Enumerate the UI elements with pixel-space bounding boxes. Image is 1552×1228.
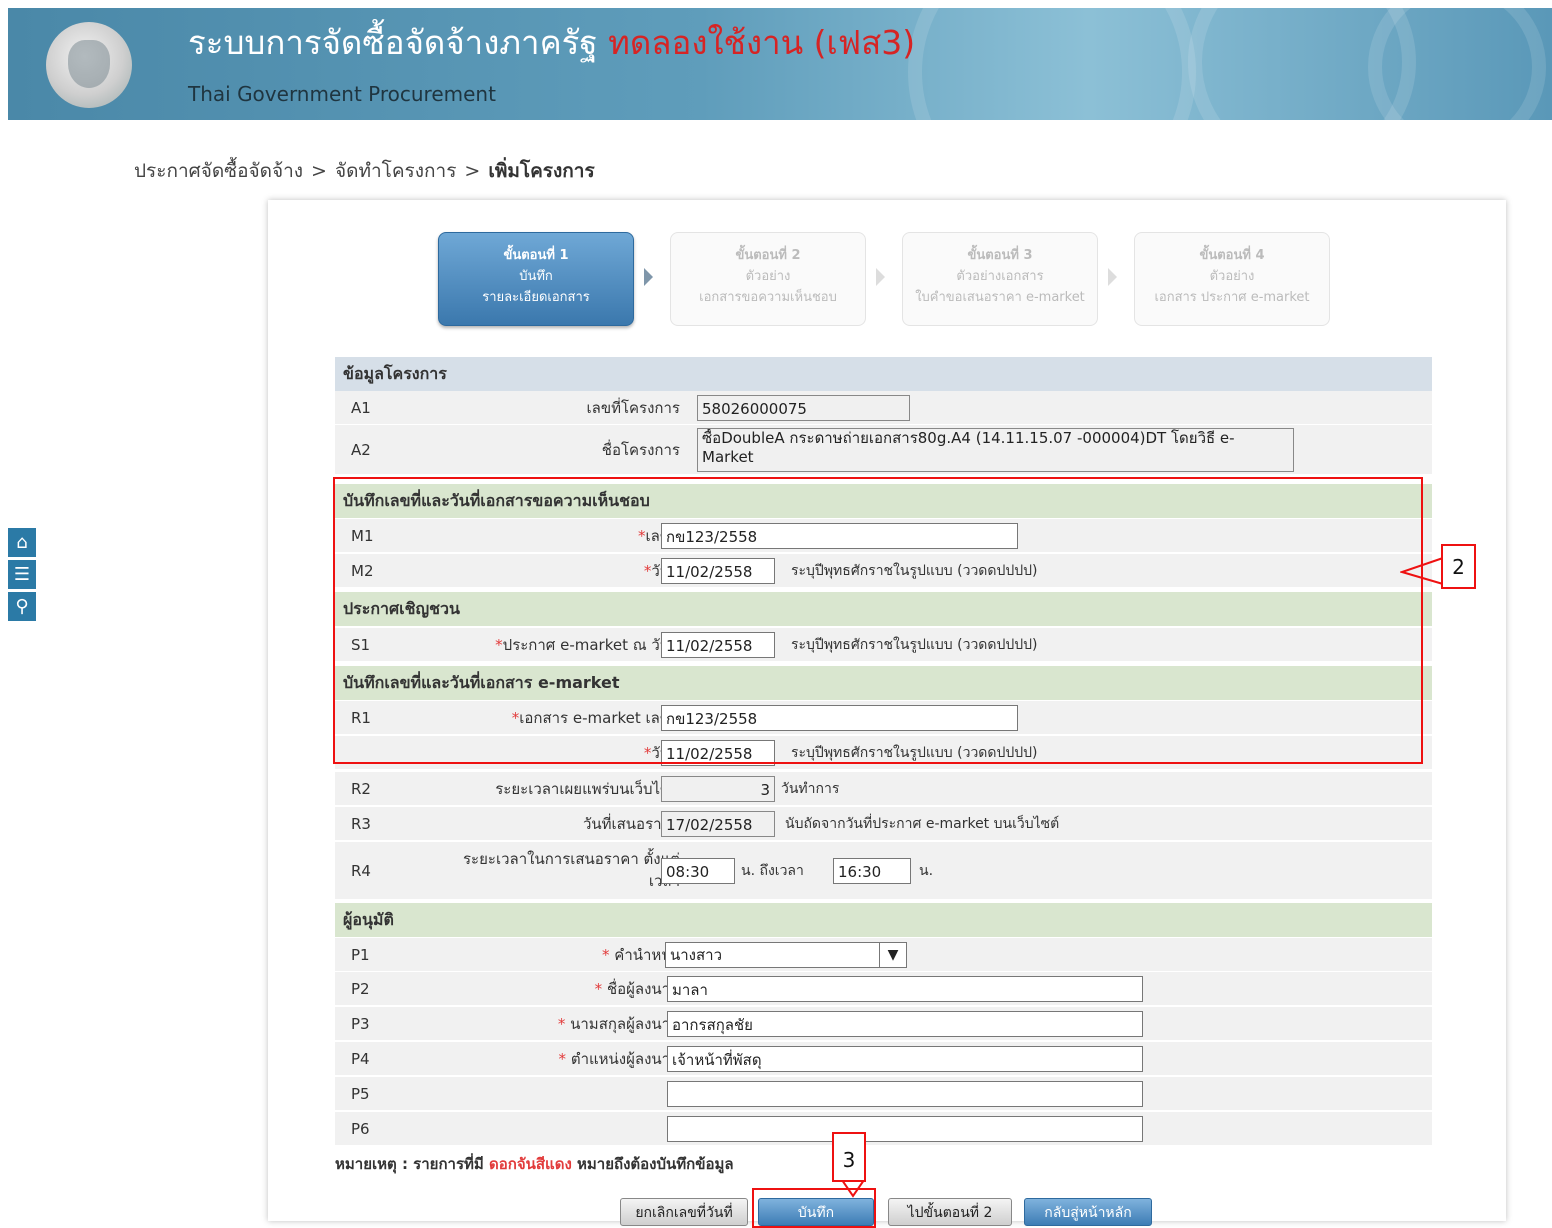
row-r3: R3 วันที่เสนอราคา 17/02/2558 นับถัดจากวั… [335,807,1432,841]
go-step-2-button[interactable]: ไปขั้นตอนที่ 2 [888,1198,1012,1226]
title-prefix-select[interactable]: นางสาว ▼ [665,942,907,968]
signer-position-input[interactable]: เจ้าหน้าที่พัสดุ [667,1046,1143,1072]
callout-3: 3 [832,1132,866,1182]
app-header: ระบบการจัดซื้อจัดจ้างภาครัฐ ทดลองใช้งาน … [8,8,1552,120]
step-arrow-icon [644,268,653,286]
side-toolbar: ⌂ ☰ ⚲ [8,528,36,624]
chevron-down-icon: ▼ [879,943,906,967]
step-arrow-icon [876,268,885,286]
home-icon[interactable]: ⌂ [8,528,36,557]
annotation-box-2 [333,477,1423,764]
search-icon[interactable]: ⚲ [8,592,36,621]
row-p3: P3 * นามสกุลผู้ลงนาม อากรสกุลชัย [335,1007,1432,1041]
step-1[interactable]: ขั้นตอนที่ 1 บันทึก รายละเอียดเอกสาร [438,232,634,326]
step-arrow-icon [1108,268,1117,286]
breadcrumb-current: เพิ่มโครงการ [488,160,595,182]
signer-firstname-input[interactable]: มาลา [667,976,1143,1002]
step-4[interactable]: ขั้นตอนที่ 4 ตัวอย่าง เอกสาร ประกาศ e-ma… [1134,232,1330,326]
back-to-main-button[interactable]: กลับสู่หน้าหลัก [1024,1198,1152,1226]
step-2[interactable]: ขั้นตอนที่ 2 ตัวอย่าง เอกสารขอความเห็นชอ… [670,232,866,326]
breadcrumb: ประกาศจัดซื้อจัดจ้าง > จัดทำโครงการ > เพิ่มโ… [134,160,595,182]
bid-time-to-input[interactable]: 16:30 [833,858,911,884]
breadcrumb-project[interactable]: จัดทำโครงการ [335,160,456,182]
row-p2: P2 * ชื่อผู้ลงนาม มาลา [335,972,1432,1006]
section-project-info: ข้อมูลโครงการ [335,357,1432,391]
header-decoration [1368,8,1546,120]
app-title: ระบบการจัดซื้อจัดจ้างภาครัฐ ทดลองใช้งาน … [188,23,916,62]
project-number-field: 58026000075 [697,395,910,421]
row-a1: A1 เลขที่โครงการ 58026000075 [335,391,1432,425]
callout-pointer-icon [1400,557,1444,585]
section-approver: ผู้อนุมัติ [335,903,1432,937]
row-p6: P6 [335,1112,1432,1146]
bid-time-from-input[interactable]: 08:30 [661,858,735,884]
row-r4: R4 ระยะเวลาในการเสนอราคา ตั้งแต่เวลา 08:… [335,842,1432,900]
row-a2: A2 ชื่อโครงการ ซื้อDoubleA กระดาษถ่ายเอก… [335,425,1432,475]
required-note: หมายเหตุ : รายการที่มี ดอกจันสีแดง หมายถ… [335,1155,734,1173]
row-p5: P5 [335,1077,1432,1111]
publish-duration-field: 3 [661,776,775,802]
row-p1: P1 * คำนำหน้า นางสาว ▼ [335,938,1432,972]
app-subtitle: Thai Government Procurement [188,82,496,106]
cancel-number-date-button[interactable]: ยกเลิกเลขที่วันที่ [620,1198,748,1226]
signer-lastname-input[interactable]: อากรสกุลชัย [667,1011,1143,1037]
step-3[interactable]: ขั้นตอนที่ 3 ตัวอย่างเอกสาร ใบคำขอเสนอรา… [902,232,1098,326]
comptroller-logo-icon [46,22,132,108]
row-r2: R2 ระยะเวลาเผยแพร่บนเว็บไซต์ 3 วันทำการ [335,772,1432,806]
header-decoration [908,8,1196,120]
menu-icon[interactable]: ☰ [8,560,36,589]
bid-date-field: 17/02/2558 [661,811,775,837]
signer-extra-line-2-input[interactable] [667,1116,1143,1142]
trial-label: ทดลองใช้งาน (เฟส3) [608,23,916,62]
breadcrumb-procurement[interactable]: ประกาศจัดซื้อจัดจ้าง [134,160,303,182]
callout-2: 2 [1441,544,1476,589]
signer-extra-line-1-input[interactable] [667,1081,1143,1107]
row-p4: P4 * ตำแหน่งผู้ลงนาม เจ้าหน้าที่พัสดุ [335,1042,1432,1076]
project-name-field: ซื้อDoubleA กระดาษถ่ายเอกสาร80g.A4 (14.1… [697,428,1294,472]
